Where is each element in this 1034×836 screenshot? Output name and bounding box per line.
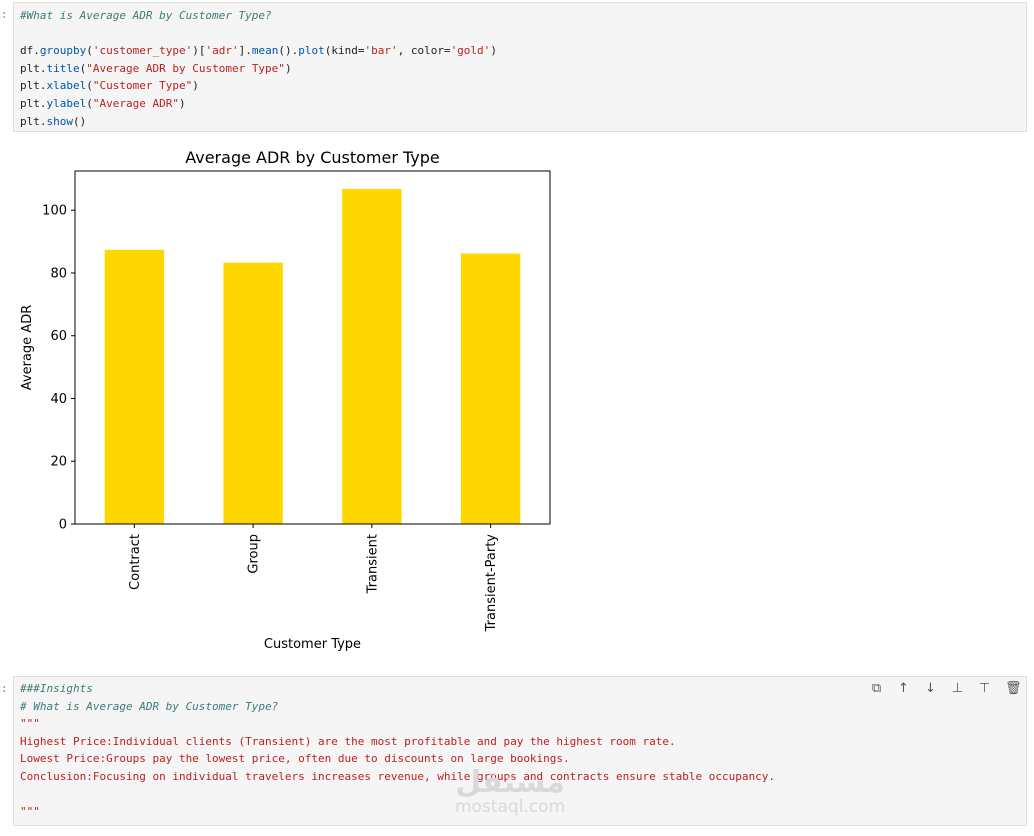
arrow-up-icon[interactable]: ↑ [897, 681, 910, 696]
code-editor[interactable]: #What is Average ADR by Customer Type? d… [14, 3, 1026, 130]
insert-below-icon[interactable]: ⊤ [978, 681, 991, 696]
code-token: "Average ADR" [92, 96, 179, 110]
y-tick-label: 40 [50, 392, 67, 407]
y-tick-label: 80 [50, 266, 67, 281]
arrow-down-icon[interactable]: ↓ [924, 681, 937, 696]
md-subheading: # What is Average ADR by Customer Type? [20, 699, 279, 713]
code-comment: #What is Average ADR by Customer Type? [20, 9, 272, 22]
code-token: 'customer_type' [92, 44, 193, 58]
y-tick-label: 0 [59, 518, 67, 533]
y-tick-label: 100 [42, 204, 67, 219]
x-tick-label: Contract [128, 534, 143, 590]
chart-title: Average ADR by Customer Type [185, 148, 440, 167]
x-tick-label: Group [247, 534, 262, 574]
code-token: ) [178, 96, 186, 110]
code-token: title [46, 61, 80, 75]
code-token: ) [490, 44, 497, 58]
code-token: plt. [20, 79, 47, 93]
insert-above-icon[interactable]: ⊥ [951, 681, 964, 696]
code-token: "Customer Type" [92, 79, 193, 93]
code-token: ylabel [46, 96, 87, 110]
watermark-url: mostaql.com [455, 797, 566, 817]
code-token: show [46, 114, 74, 128]
code-token: mean [251, 44, 279, 58]
y-tick-label: 20 [50, 455, 67, 470]
code-cell-prompt: : [1, 8, 8, 21]
code-cell[interactable]: #What is Average ADR by Customer Type? d… [13, 2, 1027, 132]
code-token: 'adr' [205, 44, 239, 58]
md-quote-open: """ [20, 717, 40, 731]
copy-icon[interactable]: ⧉ [870, 681, 883, 696]
md-heading: ###Insights [20, 682, 93, 695]
code-token: )[ [192, 44, 206, 58]
md-insight-lowest: Lowest Price:Groups pay the lowest price… [20, 752, 570, 766]
code-token: ) [192, 79, 199, 93]
cell-toolbar: ⧉ ↑ ↓ ⊥ ⊤ 🗑 [870, 681, 1022, 696]
code-token: , color= [397, 44, 451, 58]
code-token: ( [86, 44, 93, 58]
md-insight-highest: Highest Price:Individual clients (Transi… [20, 734, 676, 748]
code-token: plt. [20, 96, 47, 110]
code-token: plt. [20, 61, 47, 75]
bar-group [223, 262, 283, 524]
x-tick-label: Transient-Party [484, 534, 499, 633]
trash-icon[interactable]: 🗑 [1005, 681, 1022, 696]
code-token: "Average ADR by Customer Type" [86, 61, 285, 75]
watermark: مستقل mostaql.com [455, 765, 566, 817]
code-token: (kind= [324, 44, 365, 58]
code-token: () [73, 114, 87, 128]
code-token: df. [20, 44, 40, 58]
code-token: ]. [238, 44, 252, 58]
code-token: ) [284, 61, 292, 75]
code-token: plt. [20, 114, 47, 128]
bar-transient [342, 188, 402, 525]
y-tick-label: 60 [50, 329, 67, 344]
code-token: xlabel [46, 79, 87, 93]
code-token: 'bar' [364, 44, 398, 58]
code-token: ( [86, 96, 93, 110]
code-token: ( [86, 79, 93, 93]
code-token: groupby [39, 44, 87, 58]
code-token: 'gold' [450, 44, 491, 58]
md-conclusion: Conclusion:Focusing on individual travel… [20, 769, 775, 783]
code-token: (). [278, 44, 299, 58]
md-quote-close: """ [20, 805, 40, 819]
bar-contract [104, 249, 165, 524]
bar-chart: 0 20 40 60 80 100 Contract Group Transient Transi… [20, 148, 551, 652]
code-token: plot [298, 44, 325, 58]
markdown-cell-prompt: : [1, 682, 8, 695]
y-axis-label: Average ADR [20, 305, 35, 390]
watermark-arabic: مستقل [455, 765, 565, 800]
x-axis-label: Customer Type [264, 637, 361, 652]
x-tick-label: Transient [365, 534, 380, 594]
bar-transient-party [460, 253, 521, 524]
